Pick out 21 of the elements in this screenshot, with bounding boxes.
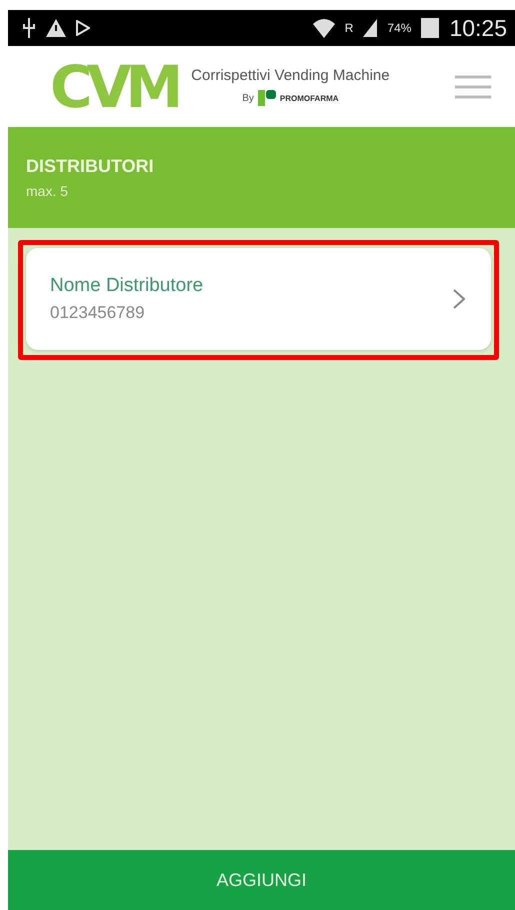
warning-icon xyxy=(46,19,66,37)
distributor-name: Nome Distributore xyxy=(50,275,204,297)
section-title: DISTRIBUTORI xyxy=(26,156,155,177)
section-subtitle: max. 5 xyxy=(26,183,70,199)
battery-icon xyxy=(421,18,440,38)
tagline: Corrispettivi Vending Machine xyxy=(191,67,390,84)
logo: CVM xyxy=(50,52,178,120)
roaming-label: R xyxy=(344,21,354,35)
distributor-code: 0123456789 xyxy=(50,303,146,323)
brand-name: PROMOFARMA xyxy=(280,94,339,102)
play-icon xyxy=(76,20,90,36)
battery-percent: 74% xyxy=(387,21,412,35)
chevron-right-icon xyxy=(453,289,465,309)
brand-logo-icon xyxy=(258,90,276,106)
clock: 10:25 xyxy=(449,14,507,42)
usb-icon xyxy=(22,18,36,38)
by-label: By xyxy=(242,92,254,104)
wifi-icon xyxy=(312,18,335,38)
signal-icon xyxy=(363,19,378,37)
add-button[interactable]: AGGIUNGI xyxy=(8,850,515,910)
distributor-card[interactable]: Nome Distributore 0123456789 xyxy=(26,248,491,350)
